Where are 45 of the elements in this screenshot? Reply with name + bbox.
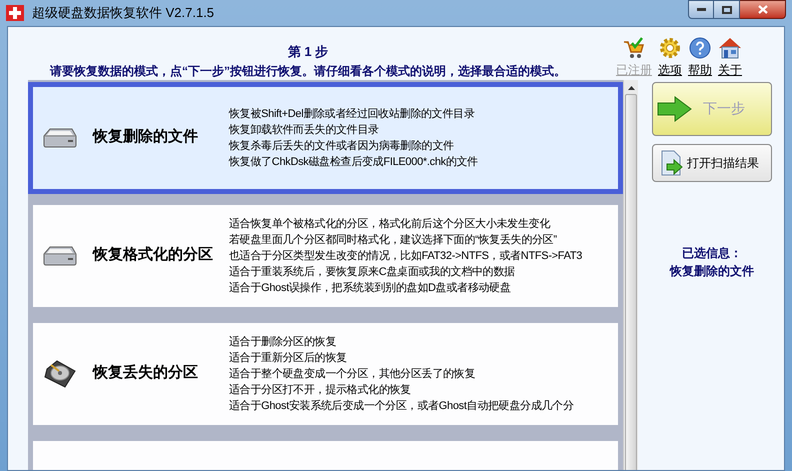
selected-info-label: 已选信息：	[682, 244, 742, 262]
scrollbar[interactable]	[623, 80, 638, 470]
help-icon	[689, 37, 711, 59]
mode-description: 适合恢复单个被格式化的分区，格式化前后这个分区大小未发生变化	[229, 216, 552, 232]
gear-icon	[659, 37, 681, 59]
step-heading: 第 1 步	[288, 43, 328, 61]
mode-description: 适合于分区打不开，提示格式化的恢复	[229, 382, 412, 398]
mode-description: 恢复被Shift+Del删除或者经过回收站删除的文件目录	[229, 106, 476, 122]
mode-description: 适合于Ghost误操作，把系统装到别的盘如D盘或者移动硬盘	[229, 280, 512, 296]
arrow-icon	[657, 96, 693, 122]
scroll-thumb[interactable]	[625, 94, 637, 470]
scroll-up-icon[interactable]	[628, 86, 634, 90]
close-icon	[758, 5, 768, 14]
toolbar-link[interactable]: 选项	[658, 61, 682, 79]
mode-title: 恢复格式化的分区	[91, 245, 214, 266]
minimize-icon	[696, 8, 706, 11]
open-results-button[interactable]: 打开扫描结果	[652, 144, 772, 182]
mode-description: 适合于重新分区后的恢复	[229, 350, 348, 366]
instruction-text: 请要恢复数据的模式，点“下一步”按钮进行恢复。请仔细看各个模式的说明，选择最合适的模式。	[50, 62, 566, 80]
selected-info-value: 恢复删除的文件	[670, 262, 754, 280]
toolbar-link[interactable]: 帮助	[688, 61, 712, 79]
mode-description: 适合于Ghost安装系统后变成一个分区，或者Ghost自动把硬盘分成几个分	[229, 398, 574, 414]
hard-drive-icon	[42, 126, 78, 150]
mode-title: 恢复丢失的分区	[91, 363, 199, 384]
house-icon	[718, 37, 742, 59]
mode-description: 恢复做了ChkDsk磁盘检查后变成FILE000*.chk的文件	[229, 154, 478, 170]
mode-description: 也适合于分区类型发生改变的情况，比如FAT32->NTFS，或者NTFS->FAT3	[229, 248, 582, 264]
mode-description: 适合于整个硬盘变成一个分区，其他分区丢了的恢复	[229, 366, 476, 382]
mode-description: 适合于重装系统后，要恢复原来C盘桌面或我的文档中的数据	[229, 264, 516, 280]
maximize-button[interactable]	[714, 0, 740, 19]
mode-option[interactable]: 恢复删除的文件 恢复被Shift+Del删除或者经过回收站删除的文件目录 恢复卸载软件而丢失的文件目录 恢复杀毒后丢失的文件或者因为病毒删除的文件 恢复做了ChkDsk磁盘检查后变成FILE000*.chk的文件	[28, 82, 623, 194]
mode-description: 恢复卸载软件而丢失的文件目录	[229, 122, 380, 138]
close-button[interactable]	[740, 0, 786, 19]
toolbar-link[interactable]: 关于	[718, 61, 742, 79]
app-logo-icon	[6, 5, 24, 21]
minimize-button[interactable]	[688, 0, 714, 19]
window-title: 超级硬盘数据恢复软件 V2.7.1.5	[32, 4, 214, 22]
file-arrow-icon	[659, 150, 685, 176]
mode-description: 适合于删除分区的恢复	[229, 334, 338, 350]
maximize-icon	[722, 6, 732, 14]
mode-title: 恢复删除的文件	[91, 127, 199, 148]
cart-icon	[622, 37, 646, 59]
mode-description: 若硬盘里面几个分区都同时格式化，建议选择下面的“恢复丢失的分区”	[229, 232, 558, 248]
mode-description: 恢复杀毒后丢失的文件或者因为病毒删除的文件	[229, 138, 455, 154]
hard-drive-icon	[42, 244, 78, 268]
